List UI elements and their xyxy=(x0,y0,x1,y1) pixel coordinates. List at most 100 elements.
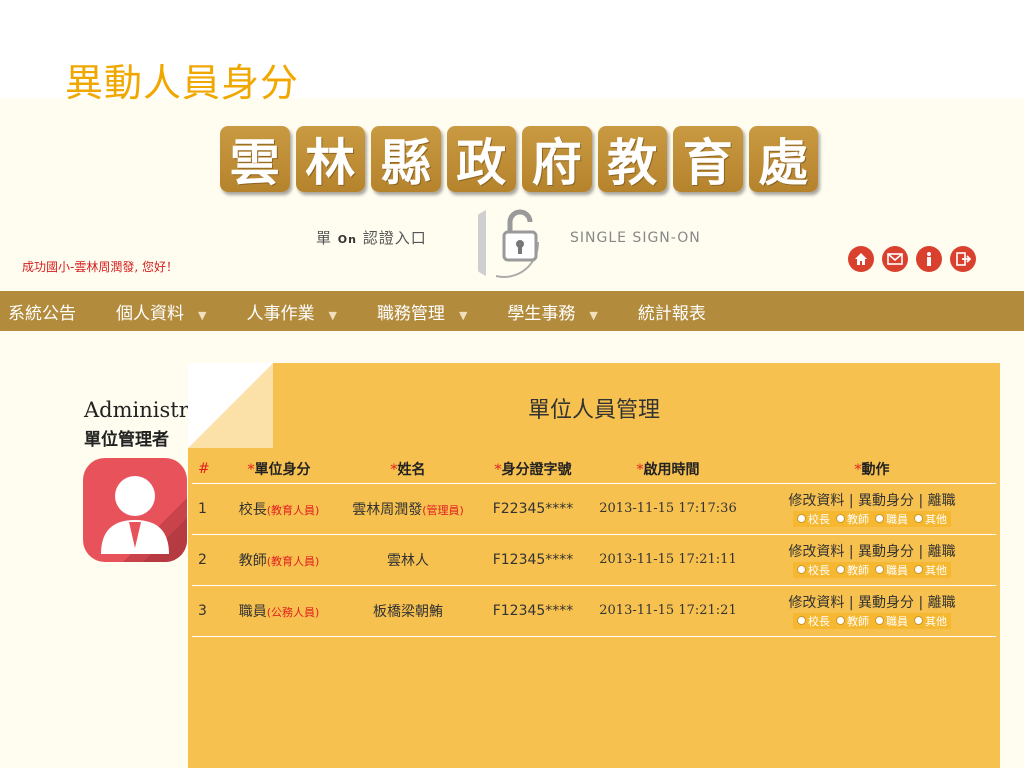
lock-icon xyxy=(464,206,558,278)
table-header-row: # *單位身分 *姓名 *身分證字號 *啟用時間 *動作 xyxy=(192,455,996,484)
home-icon[interactable] xyxy=(848,246,874,272)
radio-button[interactable] xyxy=(875,514,884,524)
slide-title: 異動人員身分 xyxy=(65,61,300,105)
banner-tile: 處 xyxy=(748,126,818,192)
radio-button[interactable] xyxy=(836,616,845,626)
action-link-2[interactable]: 離職 xyxy=(928,595,956,611)
name-tag: (管理員) xyxy=(422,503,464,517)
action-link-1[interactable]: 異動身分 xyxy=(858,493,914,509)
radio-label: 職員 xyxy=(886,614,908,628)
table-row: 3 職員(公務人員) 板橋梁朝鮪 F12345**** 2013-11-15 1… xyxy=(192,585,996,637)
cell-index: 1 xyxy=(192,483,220,535)
radio-button[interactable] xyxy=(875,616,884,626)
action-links: 修改資料 | 異動身分 | 離職 xyxy=(748,490,996,510)
radio-option[interactable]: 教師 xyxy=(836,562,869,578)
role-radio-group: 校長 教師 職員 其他 xyxy=(793,510,951,527)
name-text: 板橋梁朝鮪 xyxy=(373,603,443,620)
nav-item-label: 人事作業 xyxy=(246,303,315,324)
radio-button[interactable] xyxy=(875,565,884,575)
radio-option[interactable]: 其他 xyxy=(914,613,947,629)
col-role: *單位身分 xyxy=(220,455,338,484)
radio-option[interactable]: 其他 xyxy=(914,562,947,578)
role-tag: (公務人員) xyxy=(266,605,320,619)
role-text: 校長 xyxy=(238,501,267,518)
nav-item-label: 系統公告 xyxy=(8,303,76,324)
radio-option[interactable]: 職員 xyxy=(875,613,908,629)
name-text: 雲林人 xyxy=(387,552,429,569)
user-role: 單位管理者 xyxy=(84,430,169,450)
radio-label: 教師 xyxy=(847,512,869,526)
action-link-0[interactable]: 修改資料 xyxy=(788,544,844,560)
welcome-message: 成功國小-雲林周潤發, 您好！ xyxy=(22,260,178,274)
radio-option[interactable]: 校長 xyxy=(797,511,830,527)
cell-role: 職員(公務人員) xyxy=(220,585,338,637)
banner-tile: 雲 xyxy=(220,126,290,192)
radio-button[interactable] xyxy=(914,514,923,524)
radio-option[interactable]: 教師 xyxy=(836,511,869,527)
radio-option[interactable]: 職員 xyxy=(875,562,908,578)
col-name: *姓名 xyxy=(338,455,478,484)
radio-button[interactable] xyxy=(797,565,806,575)
action-link-1[interactable]: 異動身分 xyxy=(858,544,914,560)
role-radio-group: 校長 教師 職員 其他 xyxy=(793,561,951,578)
radio-option[interactable]: 教師 xyxy=(836,613,869,629)
cell-index: 3 xyxy=(192,585,220,637)
col-actions: *動作 xyxy=(748,455,996,484)
cell-time: 2013-11-15 17:17:36 xyxy=(588,483,748,535)
action-link-1[interactable]: 異動身分 xyxy=(858,595,914,611)
action-link-0[interactable]: 修改資料 xyxy=(788,493,844,509)
radio-option[interactable]: 職員 xyxy=(875,511,908,527)
staff-table: # *單位身分 *姓名 *身分證字號 *啟用時間 *動作 1 校長(教育人員) … xyxy=(192,455,996,637)
name-text: 雲林周潤發 xyxy=(352,501,423,518)
info-icon[interactable] xyxy=(916,246,942,272)
nav-item-5[interactable]: 統計報表 xyxy=(618,299,726,324)
nav-item-label: 職務管理 xyxy=(376,303,445,324)
action-links: 修改資料 | 異動身分 | 離職 xyxy=(748,592,996,612)
radio-button[interactable] xyxy=(914,616,923,626)
table-row: 2 教師(教育人員) 雲林人 F12345**** 2013-11-15 17:… xyxy=(192,534,996,586)
cell-time: 2013-11-15 17:21:11 xyxy=(588,534,748,586)
banner-tile: 教 xyxy=(597,126,667,192)
separator: | xyxy=(914,543,928,560)
col-time: *啟用時間 xyxy=(588,455,748,484)
action-link-2[interactable]: 離職 xyxy=(928,493,956,509)
nav-item-2[interactable]: 人事作業 ▼ xyxy=(226,299,356,324)
nav-item-0[interactable]: 系統公告 xyxy=(0,299,96,324)
radio-button[interactable] xyxy=(797,514,806,524)
top-icon-bar xyxy=(848,246,976,272)
radio-option[interactable]: 校長 xyxy=(797,613,830,629)
mail-icon[interactable] xyxy=(882,246,908,272)
table-row: 1 校長(教育人員) 雲林周潤發(管理員) F22345**** 2013-11… xyxy=(192,483,996,535)
sso-label-post: 認證入口 xyxy=(362,229,427,247)
nav-item-4[interactable]: 學生事務 ▼ xyxy=(487,299,617,324)
radio-label: 校長 xyxy=(808,563,830,577)
radio-button[interactable] xyxy=(914,565,923,575)
radio-button[interactable] xyxy=(836,565,845,575)
banner-tile: 政 xyxy=(446,126,516,192)
chevron-down-icon: ▼ xyxy=(458,308,468,322)
separator: | xyxy=(844,594,858,611)
col-index: # xyxy=(192,455,220,484)
radio-button[interactable] xyxy=(797,616,806,626)
sso-english: SINGLE SIGN-ON xyxy=(570,230,701,246)
radio-option[interactable]: 校長 xyxy=(797,562,830,578)
radio-label: 其他 xyxy=(925,614,947,628)
radio-option[interactable]: 其他 xyxy=(914,511,947,527)
cell-role: 教師(教育人員) xyxy=(220,534,338,586)
radio-button[interactable] xyxy=(836,514,845,524)
role-text: 職員 xyxy=(238,603,267,620)
nav-item-3[interactable]: 職務管理 ▼ xyxy=(357,299,487,324)
banner-tile: 縣 xyxy=(371,126,441,192)
cell-index: 2 xyxy=(192,534,220,586)
avatar xyxy=(83,458,187,562)
logout-icon[interactable] xyxy=(950,246,976,272)
action-link-0[interactable]: 修改資料 xyxy=(788,595,844,611)
nav-item-1[interactable]: 個人資料 ▼ xyxy=(96,299,226,324)
action-link-2[interactable]: 離職 xyxy=(928,544,956,560)
radio-label: 校長 xyxy=(808,512,830,526)
banner-tile: 育 xyxy=(673,126,743,192)
sso-label: 單 On 認證入口 xyxy=(316,227,427,248)
role-tag: (教育人員) xyxy=(266,503,320,517)
banner-tile: 府 xyxy=(522,126,592,192)
role-radio-group: 校長 教師 職員 其他 xyxy=(793,612,951,629)
